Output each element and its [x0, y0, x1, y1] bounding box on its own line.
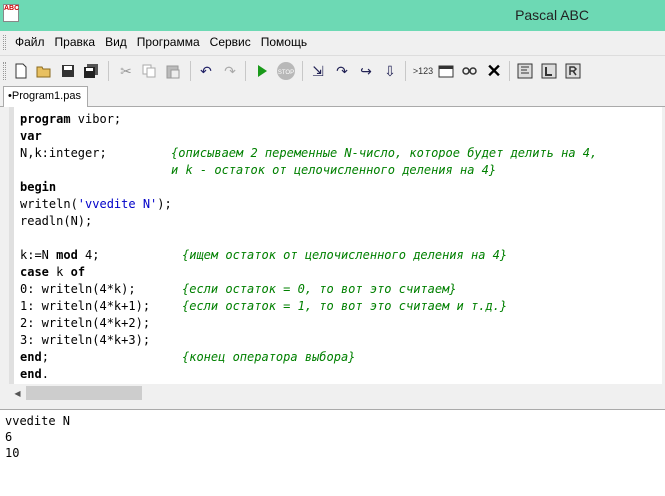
- toolbar-separator: [190, 61, 191, 81]
- paste-icon[interactable]: [164, 62, 182, 80]
- format-code-icon[interactable]: [516, 62, 534, 80]
- menu-program[interactable]: Программа: [137, 35, 200, 49]
- toolbar-grip: [3, 62, 6, 80]
- step-over-icon[interactable]: ↷: [333, 62, 351, 80]
- window-title: Pascal ABC: [515, 7, 589, 23]
- toolbar: ✂ ↶ ↷ STOP ⇲ ↷ ↪ ⇩ >123 ✕: [0, 55, 665, 85]
- tab-program1[interactable]: •Program1.pas: [3, 86, 88, 107]
- code-line: и k - остаток от целочисленного деления …: [171, 163, 497, 177]
- new-file-icon[interactable]: [12, 62, 30, 80]
- run-to-cursor-icon[interactable]: ⇩: [381, 62, 399, 80]
- open-folder-icon[interactable]: [35, 62, 53, 80]
- window-icon[interactable]: [437, 62, 455, 80]
- code-line: 1: writeln(4*k+1); {если остаток = 1, то …: [20, 299, 508, 313]
- step-out-icon[interactable]: ↪: [357, 62, 375, 80]
- compile-icon[interactable]: [540, 62, 558, 80]
- menu-bar: Файл Правка Вид Программа Сервис Помощь: [0, 31, 665, 54]
- code-line: k:=N mod 4; {ищем остаток от целочисленно…: [20, 248, 508, 262]
- panel-splitter[interactable]: [0, 402, 665, 410]
- close-icon[interactable]: ✕: [485, 61, 503, 81]
- code-editor[interactable]: program vibor; var N,k:integer; {описывае…: [9, 107, 662, 384]
- cut-icon[interactable]: ✂: [117, 62, 135, 80]
- menu-grip: [3, 35, 6, 50]
- code-line: writeln('vvedite N');: [20, 197, 172, 211]
- menu-view[interactable]: Вид: [105, 35, 127, 49]
- toolbar-separator: [245, 61, 246, 81]
- code-line: case k of: [20, 265, 86, 279]
- code-line: N,k:integer; {описываем 2 переменные N-чи…: [20, 146, 598, 160]
- code-line: program vibor;: [20, 112, 122, 126]
- menu-help[interactable]: Помощь: [261, 35, 307, 49]
- menu-file[interactable]: Файл: [15, 35, 45, 49]
- code-line: 0: writeln(4*k); {если остаток = 0, то во…: [20, 282, 457, 296]
- code-line: 2: writeln(4*k+2);: [20, 316, 151, 330]
- svg-text:STOP: STOP: [278, 70, 294, 76]
- save-icon[interactable]: [59, 62, 77, 80]
- stop-icon[interactable]: STOP: [276, 62, 296, 80]
- code-text[interactable]: program vibor; var N,k:integer; {описывае…: [20, 111, 598, 383]
- output-line: 6: [5, 430, 13, 444]
- undo-icon[interactable]: ↶: [197, 62, 215, 80]
- code-line: readln(N);: [20, 214, 93, 228]
- code-line: begin: [20, 180, 57, 194]
- watch-icon[interactable]: [461, 62, 479, 80]
- output-window-icon[interactable]: >123: [411, 62, 435, 80]
- code-line: var: [20, 129, 42, 143]
- toolbar-separator: [509, 61, 510, 81]
- output-line: vvedite N: [5, 414, 71, 428]
- menu-service[interactable]: Сервис: [210, 35, 251, 49]
- toolbar-separator: [108, 61, 109, 81]
- toolbar-separator: [405, 61, 406, 81]
- step-into-icon[interactable]: ⇲: [309, 62, 327, 80]
- toolbar-separator: [302, 61, 303, 81]
- run-icon[interactable]: [253, 62, 271, 80]
- output-line: 10: [5, 446, 20, 460]
- editor-gutter: [9, 107, 14, 384]
- tab-bar: •Program1.pas: [0, 85, 665, 107]
- code-line: 3: writeln(4*k+3);: [20, 333, 151, 347]
- menu-edit[interactable]: Правка: [55, 35, 96, 49]
- rebuild-icon[interactable]: [564, 62, 582, 80]
- title-bar: ABC Pascal ABC: [0, 0, 665, 31]
- redo-icon[interactable]: ↷: [221, 62, 239, 80]
- scrollbar-thumb[interactable]: [26, 386, 142, 400]
- code-line: end.: [20, 367, 49, 381]
- code-line: end; {конец оператора выбора}: [20, 350, 356, 364]
- save-all-icon[interactable]: [82, 62, 100, 80]
- copy-icon[interactable]: [140, 62, 158, 80]
- scroll-left-icon[interactable]: ◀: [9, 384, 26, 402]
- output-panel[interactable]: vvedite N 6 10: [0, 410, 665, 496]
- horizontal-scrollbar[interactable]: ◀: [9, 384, 662, 402]
